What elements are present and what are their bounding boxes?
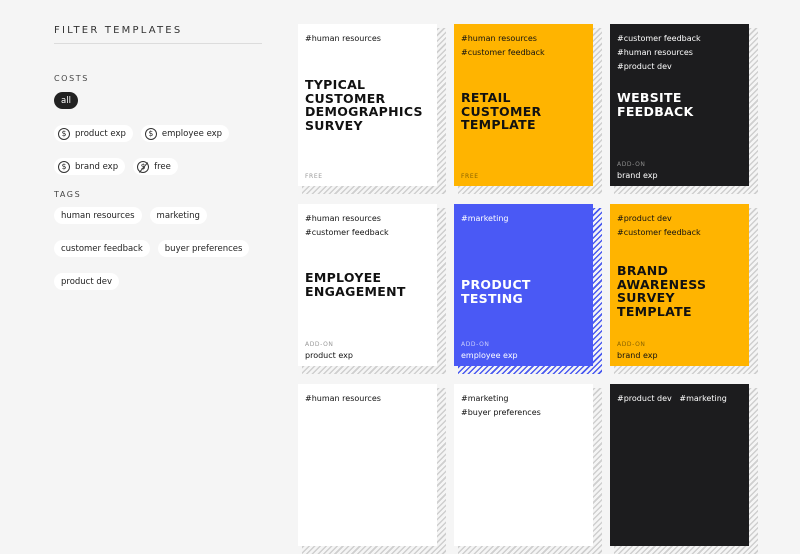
cost-filter-employee-exp[interactable]: $ employee exp xyxy=(140,125,230,142)
template-card[interactable]: #human resources Typical Customer Demogr… xyxy=(298,24,446,194)
card-tag: #product dev #marketing xyxy=(617,394,727,403)
cost-filter-all[interactable]: all xyxy=(54,92,78,109)
tag-filter-customer-feedback[interactable]: customer feedback xyxy=(54,240,150,257)
tag-filter-marketing[interactable]: marketing xyxy=(149,207,207,224)
cost-filter-free[interactable]: $ free xyxy=(133,158,178,175)
card-tag: #marketing xyxy=(461,394,509,403)
card-tag: #customer feedback xyxy=(617,34,701,43)
template-card[interactable]: #product dev #customer feedback Brand Aw… xyxy=(610,204,758,374)
cost-filter-brand-exp[interactable]: $ brand exp xyxy=(54,158,126,175)
card-tag: #customer feedback xyxy=(461,48,545,57)
card-tag: #marketing xyxy=(461,214,509,223)
dollar-coin-icon: $ xyxy=(58,160,70,173)
template-card[interactable]: #product dev #marketing xyxy=(610,384,758,554)
template-card[interactable]: #human resources #customer feedback Reta… xyxy=(454,24,602,194)
card-tag: #human resources xyxy=(617,48,693,57)
tags-filter-list: human resources marketing customer feedb… xyxy=(54,207,269,290)
card-cost-label: ADD-ON xyxy=(617,161,646,168)
tag-filter-buyer-preferences[interactable]: buyer preferences xyxy=(157,240,250,257)
card-tag: #human resources xyxy=(305,214,381,223)
no-dollar-icon: $ xyxy=(137,160,150,173)
template-card[interactable]: #human resources xyxy=(298,384,446,554)
card-tag: #human resources xyxy=(461,34,537,43)
tag-filter-product-dev[interactable]: product dev xyxy=(54,273,120,290)
card-tag: #buyer preferences xyxy=(461,408,541,417)
card-title: Retail Customer Template xyxy=(461,90,542,132)
card-title: Typical Customer Demographics Survey xyxy=(305,77,423,133)
card-cost-value: brand exp xyxy=(617,351,658,360)
cost-filter-label: brand exp xyxy=(75,161,119,172)
cost-filter-label: product exp xyxy=(75,128,126,139)
card-tag: #human resources xyxy=(305,34,381,43)
card-cost-label: ADD-ON xyxy=(461,341,490,348)
card-tag: #product dev xyxy=(617,214,672,223)
card-tag: #customer feedback xyxy=(305,228,389,237)
template-card[interactable]: #marketing #buyer preferences xyxy=(454,384,602,554)
template-card[interactable]: #customer feedback #human resources #pro… xyxy=(610,24,758,194)
card-tag: #human resources xyxy=(305,394,381,403)
divider xyxy=(54,43,262,44)
card-title: Product Testing xyxy=(461,277,531,306)
card-cost-label: FREE xyxy=(305,173,323,180)
tags-section-title: TAGS xyxy=(54,190,82,199)
card-cost-value: brand exp xyxy=(617,171,658,180)
cost-filter-label: all xyxy=(61,95,71,106)
dollar-coin-icon: $ xyxy=(144,127,157,140)
template-card[interactable]: #human resources #customer feedback Empl… xyxy=(298,204,446,374)
cost-filter-label: employee exp xyxy=(161,128,223,139)
card-cost-label: FREE xyxy=(461,173,479,180)
cost-filter-label: free xyxy=(154,161,171,172)
card-title: Employee Engagement xyxy=(305,270,406,299)
costs-section-title: COSTS xyxy=(54,74,89,83)
card-cost-label: ADD-ON xyxy=(617,341,646,348)
card-title: Website Feedback xyxy=(617,90,694,119)
filter-title: FILTER TEMPLATES xyxy=(54,25,183,36)
card-title: Brand Awareness Survey Template xyxy=(617,263,707,319)
card-tag: #customer feedback xyxy=(617,228,701,237)
card-cost-value: product exp xyxy=(305,351,353,360)
card-cost-value: employee exp xyxy=(461,351,518,360)
tag-filter-human-resources[interactable]: human resources xyxy=(54,207,142,224)
dollar-coin-icon: $ xyxy=(58,127,70,140)
cost-filter-product-exp[interactable]: $ product exp xyxy=(54,125,133,142)
card-tag: #product dev xyxy=(617,62,672,71)
template-card[interactable]: #marketing Product Testing ADD-ON employ… xyxy=(454,204,602,374)
card-cost-label: ADD-ON xyxy=(305,341,334,348)
costs-filter-list: all $ product exp $ employee exp $ brand… xyxy=(54,92,269,175)
